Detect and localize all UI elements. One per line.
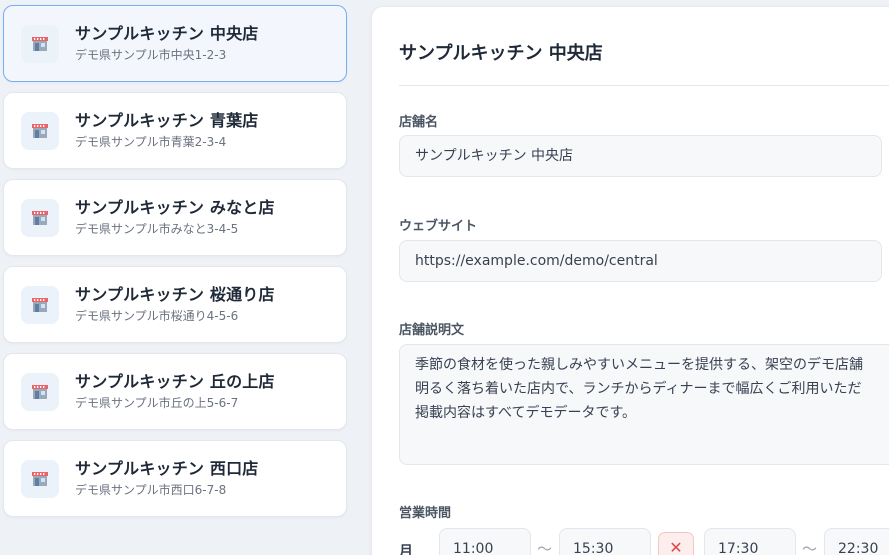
description-label: 店舗説明文 — [399, 323, 465, 338]
open-time-input[interactable]: 17:30 — [704, 528, 796, 555]
close-time-input[interactable]: 22:30 — [824, 528, 889, 555]
store-name: サンプルキッチン 西口店 — [75, 459, 259, 478]
storefront-icon — [21, 24, 59, 63]
description-line: 掲載内容はすべてデモデータです。 — [415, 405, 637, 421]
store-card[interactable]: サンプルキッチン 丘の上店 デモ県サンプル市丘の上5-6-7 — [3, 353, 347, 430]
description-textarea[interactable]: 季節の食材を使った親しみやすいメニューを提供する、架空のデモ店舗 明るく落ち着い… — [399, 344, 889, 465]
time-separator: 〜 — [537, 540, 553, 555]
store-card[interactable]: サンプルキッチン 青葉店 デモ県サンプル市青葉2-3-4 — [3, 92, 347, 169]
close-time-input[interactable]: 15:30 — [559, 528, 651, 555]
storefront-icon — [21, 459, 59, 498]
store-address: デモ県サンプル市中央1-2-3 — [75, 48, 227, 62]
store-address: デモ県サンプル市桜通り4-5-6 — [75, 309, 239, 323]
store-name: サンプルキッチン 桜通り店 — [75, 285, 275, 304]
website-input[interactable]: https://example.com/demo/central — [399, 240, 882, 282]
open-time-input[interactable]: 11:00 — [439, 528, 531, 555]
business-hours-label: 営業時間 — [399, 506, 452, 521]
close-icon: ✕ — [669, 538, 683, 555]
description-line: 明るく落ち着いた店内で、ランチからディナーまで幅広くご利用いただ — [415, 381, 862, 397]
store-address: デモ県サンプル市青葉2-3-4 — [75, 135, 227, 149]
store-card[interactable]: サンプルキッチン 中央店 デモ県サンプル市中央1-2-3 — [3, 5, 347, 82]
time-separator: 〜 — [802, 540, 818, 555]
page-title: サンプルキッチン 中央店 — [399, 43, 603, 64]
store-name: サンプルキッチン 丘の上店 — [75, 372, 275, 391]
store-card[interactable]: サンプルキッチン 西口店 デモ県サンプル市西口6-7-8 — [3, 440, 347, 517]
storefront-icon — [21, 285, 59, 324]
website-label: ウェブサイト — [399, 219, 478, 234]
store-name: サンプルキッチン 中央店 — [75, 24, 259, 43]
store-address: デモ県サンプル市丘の上5-6-7 — [75, 396, 239, 410]
store-name: サンプルキッチン みなと店 — [75, 198, 275, 217]
store-card[interactable]: サンプルキッチン みなと店 デモ県サンプル市みなと3-4-5 — [3, 179, 347, 256]
store-address: デモ県サンプル市西口6-7-8 — [75, 483, 227, 497]
storefront-icon — [21, 372, 59, 411]
store-card[interactable]: サンプルキッチン 桜通り店 デモ県サンプル市桜通り4-5-6 — [3, 266, 347, 343]
remove-hours-button[interactable]: ✕ — [658, 532, 694, 555]
store-name-label: 店舗名 — [399, 115, 439, 130]
day-label: 月 — [399, 544, 413, 555]
description-line: 季節の食材を使った親しみやすいメニューを提供する、架空のデモ店舗 — [415, 357, 863, 373]
storefront-icon — [21, 198, 59, 237]
store-name: サンプルキッチン 青葉店 — [75, 111, 259, 130]
store-address: デモ県サンプル市みなと3-4-5 — [75, 222, 239, 236]
storefront-icon — [21, 111, 59, 150]
store-list: サンプルキッチン 中央店 デモ県サンプル市中央1-2-3 サンプルキッチン 青葉… — [3, 5, 347, 527]
store-detail-panel: サンプルキッチン 中央店 店舗名 サンプルキッチン 中央店 ウェブサイト htt… — [371, 6, 889, 555]
divider — [399, 85, 889, 86]
store-name-input[interactable]: サンプルキッチン 中央店 — [399, 135, 882, 177]
